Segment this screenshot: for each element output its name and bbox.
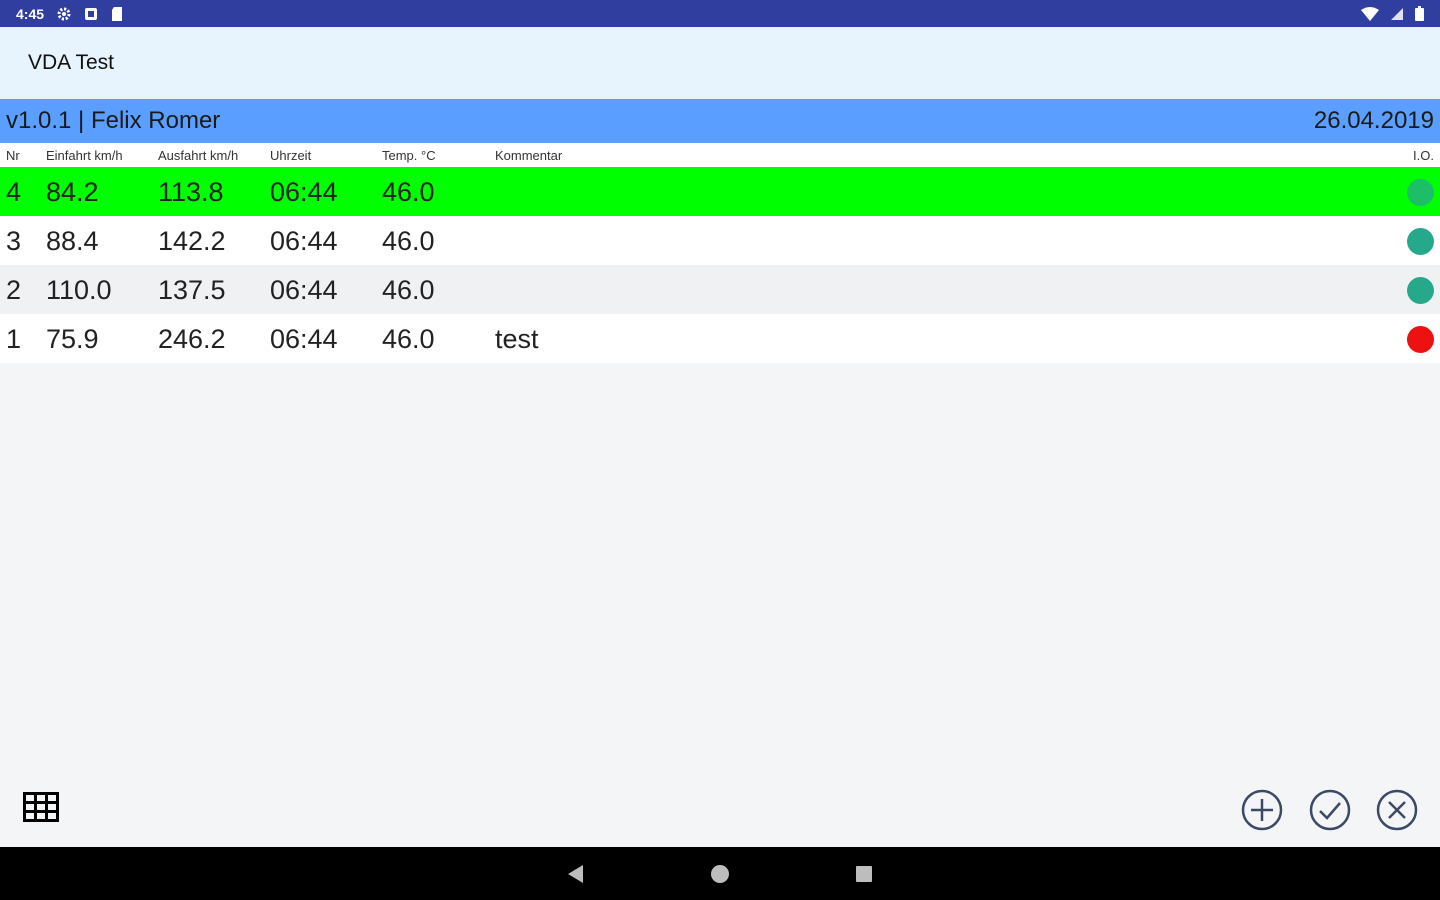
table-row[interactable]: 1 75.9 246.2 06:44 46.0 test (0, 314, 1440, 363)
cell-kommentar: test (495, 324, 539, 354)
cell-uhrzeit: 06:44 (270, 226, 338, 256)
nav-home-button[interactable] (707, 861, 733, 887)
navigation-bar (0, 847, 1440, 900)
cell-nr: 4 (6, 177, 22, 207)
confirm-button[interactable] (1309, 789, 1351, 831)
nav-recents-button[interactable] (851, 861, 877, 887)
check-circle-icon (1309, 789, 1351, 831)
status-indicator (1407, 179, 1434, 206)
header-ausfahrt: Ausfahrt km/h (158, 148, 239, 163)
cell-nr: 3 (6, 226, 22, 256)
table-grid-icon (23, 791, 59, 827)
cell-einfahrt: 88.4 (46, 226, 99, 256)
cell-temp: 46.0 (382, 324, 435, 354)
header-einfahrt: Einfahrt km/h (46, 148, 123, 163)
table-row[interactable]: 4 84.2 113.8 06:44 46.0 (0, 167, 1440, 216)
sd-card-icon (110, 6, 124, 22)
nav-back-button[interactable] (563, 861, 589, 887)
add-circle-icon (1241, 789, 1283, 831)
status-indicator (1407, 228, 1434, 255)
status-bar: 4:45 (0, 0, 1440, 27)
version-user-label: v1.0.1 | Felix Romer (6, 107, 221, 134)
recents-icon (851, 866, 877, 891)
cell-ausfahrt: 246.2 (158, 324, 226, 354)
status-indicator (1407, 277, 1434, 304)
measurement-table: 4 84.2 113.8 06:44 46.0 3 88.4 142.2 06:… (0, 167, 1440, 363)
status-bar-right (1361, 6, 1424, 21)
cancel-button[interactable] (1376, 789, 1418, 831)
cell-signal-icon (1391, 7, 1403, 20)
cell-einfahrt: 75.9 (46, 324, 99, 354)
status-time: 4:45 (16, 5, 45, 22)
cell-temp: 46.0 (382, 177, 435, 207)
cell-uhrzeit: 06:44 (270, 324, 338, 354)
status-bar-left: 4:45 (16, 6, 124, 22)
header-temp: Temp. °C (382, 148, 436, 163)
cancel-circle-icon (1376, 789, 1418, 831)
cell-einfahrt: 84.2 (46, 177, 99, 207)
cell-temp: 46.0 (382, 275, 435, 305)
cell-uhrzeit: 06:44 (270, 177, 338, 207)
header-uhrzeit: Uhrzeit (270, 148, 312, 163)
table-row[interactable]: 3 88.4 142.2 06:44 46.0 (0, 216, 1440, 265)
cell-ausfahrt: 137.5 (158, 275, 226, 305)
header-kommentar: Kommentar (495, 148, 563, 163)
cell-ausfahrt: 113.8 (158, 177, 224, 207)
table-header: Nr Einfahrt km/h Ausfahrt km/h Uhrzeit T… (0, 143, 1440, 167)
notification-icon (84, 7, 98, 21)
table-grid-button[interactable] (22, 791, 60, 827)
wifi-icon (1361, 6, 1379, 21)
app-bar: VDA Test (0, 27, 1440, 99)
cell-temp: 46.0 (382, 226, 435, 256)
cell-einfahrt: 110.0 (46, 275, 112, 305)
home-icon (707, 865, 733, 891)
info-bar: v1.0.1 | Felix Romer 26.04.2019 (0, 99, 1440, 143)
battery-icon (1415, 6, 1424, 21)
cell-ausfahrt: 142.2 (158, 226, 226, 256)
date-label: 26.04.2019 (1313, 107, 1434, 134)
cell-nr: 2 (6, 275, 22, 305)
back-icon (563, 865, 589, 891)
add-button[interactable] (1241, 789, 1283, 831)
cell-nr: 1 (6, 324, 22, 354)
app-title: VDA Test (28, 51, 114, 74)
table-row[interactable]: 2 110.0 137.5 06:44 46.0 (0, 265, 1440, 314)
gear-icon (56, 6, 72, 22)
header-io: I.O. (1413, 148, 1434, 163)
cell-uhrzeit: 06:44 (270, 275, 338, 305)
status-indicator (1407, 326, 1434, 353)
header-nr: Nr (6, 148, 20, 163)
